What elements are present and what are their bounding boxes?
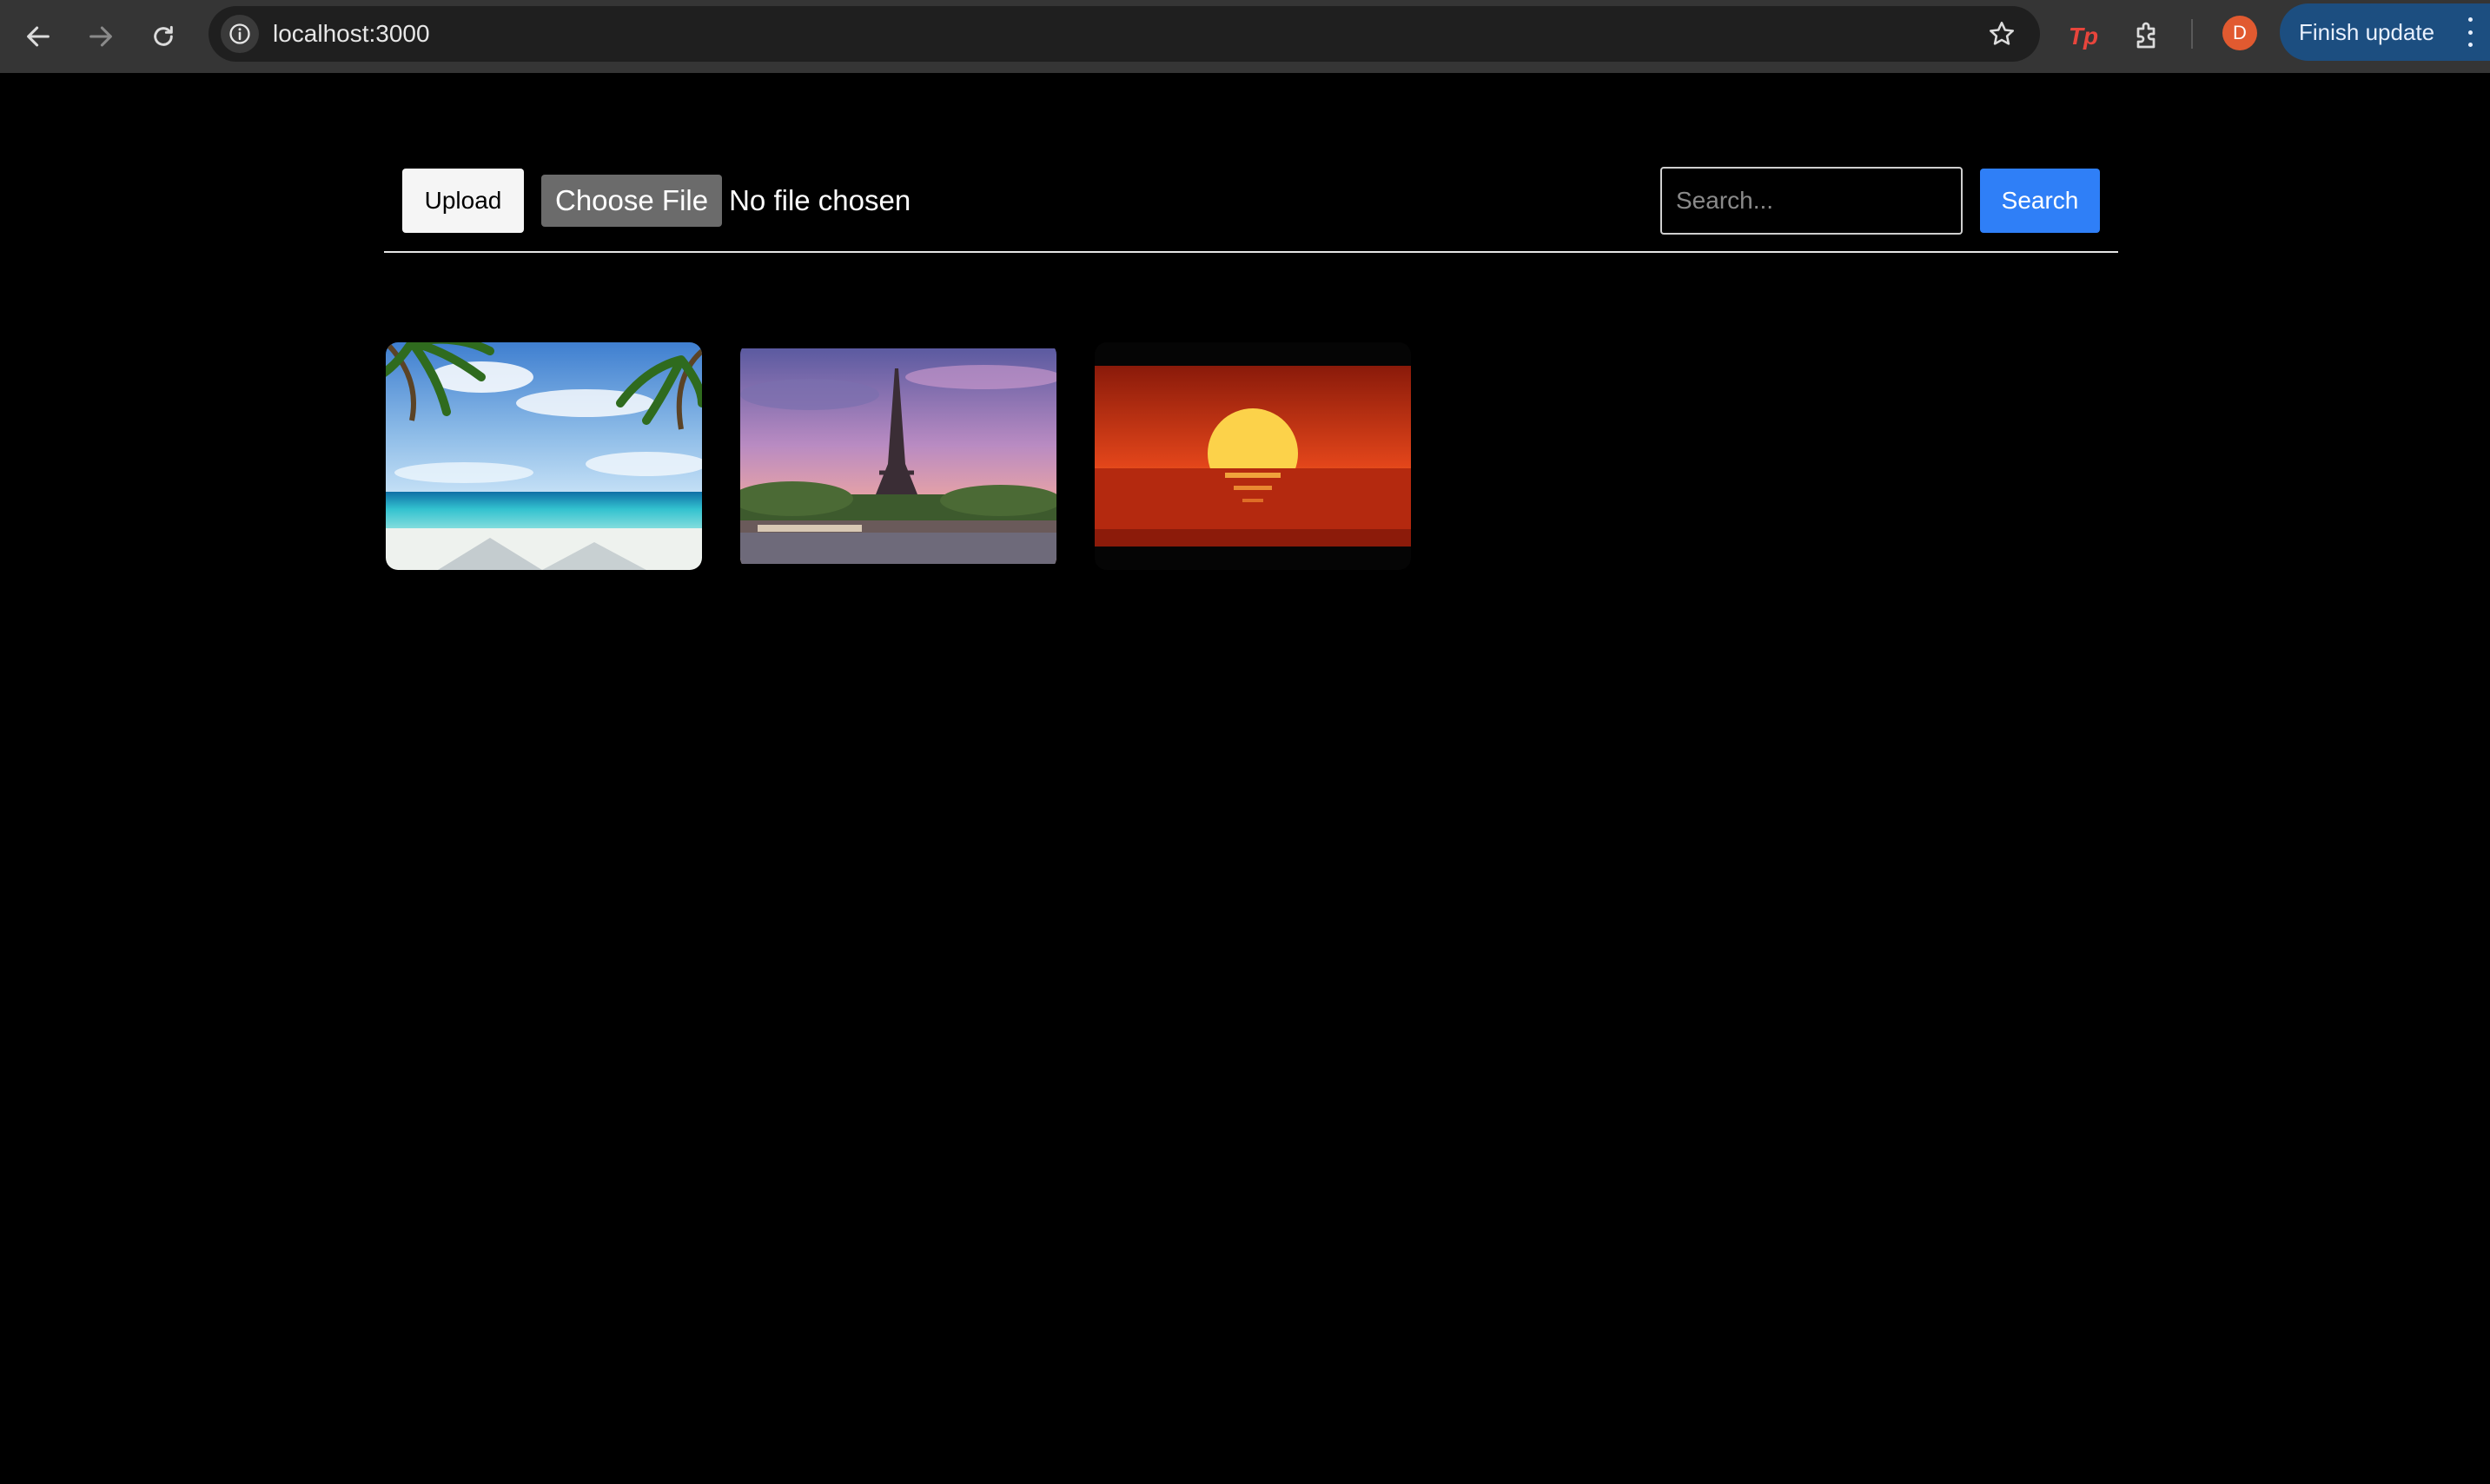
arrow-left-icon	[27, 26, 50, 47]
back-button[interactable]	[14, 12, 63, 61]
page-content: Upload Choose File No file chosen Search	[0, 73, 2490, 1484]
tp-extension-icon[interactable]: Tp	[2059, 12, 2108, 61]
avatar[interactable]: D	[2222, 16, 2257, 50]
finish-update-button[interactable]: Finish update	[2280, 3, 2490, 61]
choose-file-button[interactable]: Choose File	[541, 175, 723, 227]
reload-icon	[154, 25, 173, 46]
url-text[interactable]: localhost:3000	[273, 6, 430, 62]
puzzle-icon[interactable]	[2122, 12, 2170, 61]
file-status: No file chosen	[729, 184, 911, 216]
gallery-card[interactable]	[386, 342, 702, 570]
kebab-menu-icon[interactable]	[2466, 17, 2474, 47]
forward-button[interactable]	[76, 12, 125, 61]
star-icon[interactable]	[1984, 17, 2019, 51]
toolbar-divider	[2191, 19, 2193, 49]
arrow-right-icon	[89, 26, 112, 47]
reload-button[interactable]	[139, 12, 188, 61]
search-button[interactable]: Search	[1980, 169, 2100, 233]
finish-update-label: Finish update	[2299, 18, 2435, 45]
search-input[interactable]	[1660, 167, 1963, 235]
sunset-image[interactable]	[1095, 342, 1411, 570]
eiffel-tower-image[interactable]	[740, 342, 1056, 570]
upload-button[interactable]: Upload	[402, 169, 524, 233]
file-input[interactable]: Choose File No file chosen	[541, 175, 911, 227]
info-icon[interactable]	[221, 15, 259, 53]
gallery-card[interactable]	[1095, 342, 1411, 570]
upload-search-bar: Upload Choose File No file chosen Search	[384, 73, 2118, 253]
beach-image[interactable]	[386, 342, 702, 570]
address-bar[interactable]: localhost:3000	[209, 6, 2040, 62]
gallery-card[interactable]	[740, 342, 1056, 570]
browser-toolbar: localhost:3000 Tp D Finish update	[0, 0, 2490, 73]
